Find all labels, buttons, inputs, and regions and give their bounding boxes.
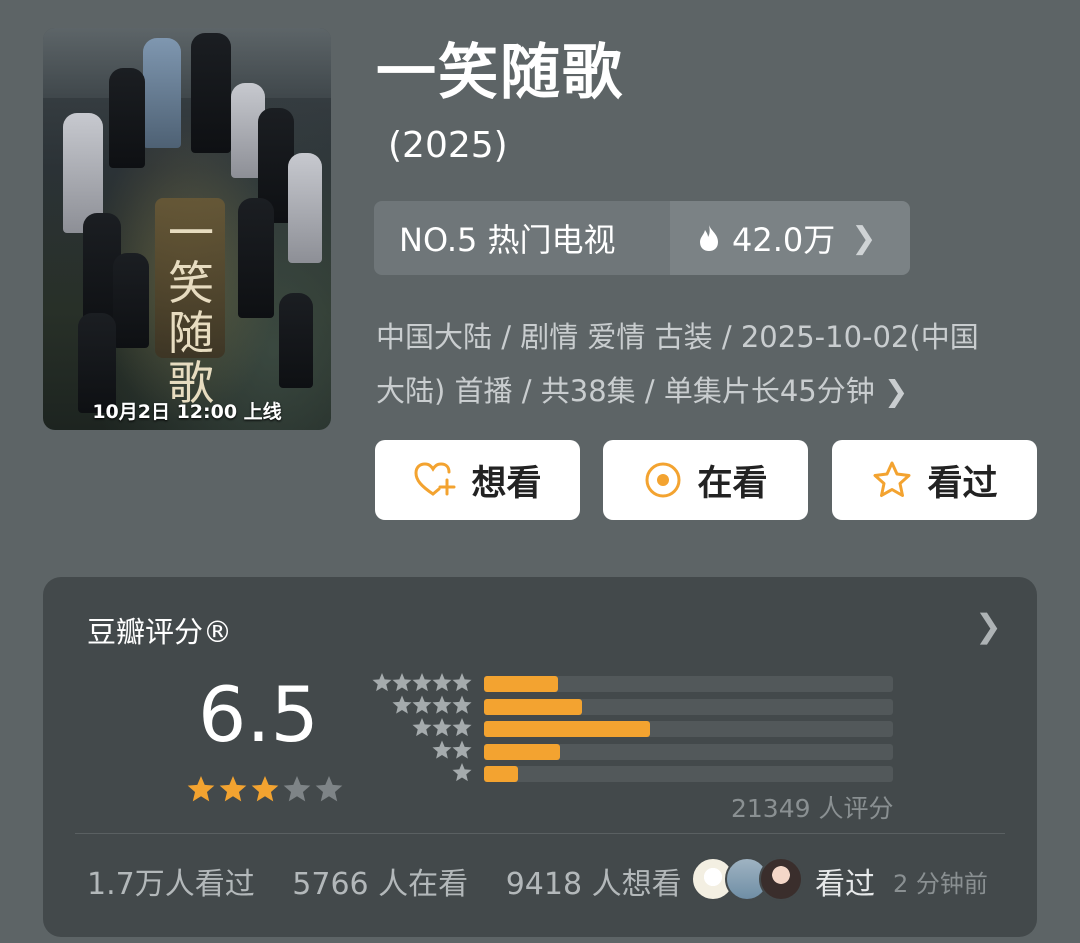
flame-icon <box>700 225 718 251</box>
star-icon <box>372 673 392 692</box>
rating-bar-2星 <box>484 743 560 760</box>
meta-info[interactable]: 中国大陆 / 剧情 爱情 古装 / 2025-10-02(中国 大陆) 首播 /… <box>376 310 1048 418</box>
rating-score: 6.5 <box>198 670 319 759</box>
poster-release-text: 10月2日 12:00 上线 <box>92 401 282 423</box>
star-icon <box>187 776 215 802</box>
friend-time: 2 分钟前 <box>893 870 988 898</box>
star-icon <box>412 695 432 714</box>
ranking-bar[interactable]: NO.5 热门电视 42.0万 ❯ <box>374 201 910 275</box>
watched-count: 1.7万人看过 <box>87 867 255 902</box>
star-icon <box>432 673 452 692</box>
want-count: 9418 人想看 <box>505 867 682 902</box>
star-icon <box>432 718 452 737</box>
watched-label: 看过 <box>927 463 998 504</box>
poster-figure <box>113 253 149 348</box>
star-icon <box>392 673 412 692</box>
release-year: (2025) <box>388 125 508 166</box>
heat-value: 42.0万 <box>732 221 836 259</box>
poster-figure <box>288 153 322 263</box>
meta-line: 中国大陆 / 剧情 爱情 古装 / 2025-10-02(中国 <box>376 320 979 354</box>
star-icon <box>392 695 412 714</box>
star-icon <box>251 776 279 802</box>
poster-figure <box>279 293 313 388</box>
avatar[interactable] <box>759 857 803 901</box>
star-icon <box>452 695 472 714</box>
chevron-right-icon: ❯ <box>883 374 909 408</box>
rating-bar-track <box>484 698 893 715</box>
heat-link[interactable]: 42.0万 ❯ <box>670 201 910 275</box>
meta-line: 大陆) 首播 / 共38集 / 单集片长45分钟 <box>376 374 875 408</box>
star-icon <box>432 695 452 714</box>
watched-button[interactable]: 看过 <box>832 440 1037 520</box>
want-button[interactable]: 想看 <box>375 440 580 520</box>
star-icon <box>219 776 247 802</box>
star-icon <box>452 740 472 759</box>
poster-figure <box>191 33 231 153</box>
star-icon <box>452 718 472 737</box>
rating-bar-track <box>484 743 893 760</box>
star-icon <box>452 763 472 782</box>
target-icon <box>645 462 681 498</box>
heart-plus-icon <box>414 462 456 496</box>
poster-figure <box>143 38 181 148</box>
rating-card[interactable]: 豆瓣评分® ❯ 6.5 21349 人评分 1.7万人看过 5766 人在看 9… <box>43 577 1037 937</box>
stats-row: 1.7万人看过 5766 人在看 9418 人想看 <box>87 859 710 903</box>
star-icon <box>283 776 311 802</box>
rating-bar-track <box>484 676 893 692</box>
rating-label: 豆瓣评分® <box>87 615 233 649</box>
rating-bar-4星 <box>484 698 582 715</box>
watching-count: 5766 人在看 <box>292 867 469 902</box>
rating-bar-track <box>484 721 893 737</box>
rating-count: 21349 人评分 <box>731 794 894 823</box>
score-stars <box>187 776 343 802</box>
star-icon <box>315 776 343 802</box>
page-title: 一笑随歌 <box>376 38 624 108</box>
want-label: 想看 <box>471 463 542 504</box>
divider <box>75 833 1005 834</box>
rating-bar-3星 <box>484 721 650 737</box>
distribution-stars <box>372 673 472 782</box>
watching-label: 在看 <box>697 463 768 504</box>
rating-bar-1星 <box>484 766 518 782</box>
poster-figure <box>238 198 274 318</box>
star-outline-icon <box>873 461 911 497</box>
star-icon <box>412 673 432 692</box>
star-icon <box>412 718 432 737</box>
friend-action: 看过 <box>815 867 875 902</box>
star-icon <box>432 740 452 759</box>
friend-avatars[interactable] <box>691 857 809 901</box>
poster[interactable]: 一笑随歌 10月2日 12:00 上线 <box>43 28 331 430</box>
rating-bar-5星 <box>484 676 558 692</box>
poster-calligraphy: 一笑随歌 <box>168 206 214 410</box>
ranking-label[interactable]: NO.5 热门电视 <box>374 201 670 275</box>
star-icon <box>452 673 472 692</box>
poster-figure <box>109 68 145 168</box>
poster-palace-roof <box>43 28 331 98</box>
rating-bar-track <box>484 766 893 782</box>
chevron-right-icon: ❯ <box>851 220 877 256</box>
chevron-right-icon[interactable]: ❯ <box>975 607 1002 645</box>
watching-button[interactable]: 在看 <box>603 440 808 520</box>
